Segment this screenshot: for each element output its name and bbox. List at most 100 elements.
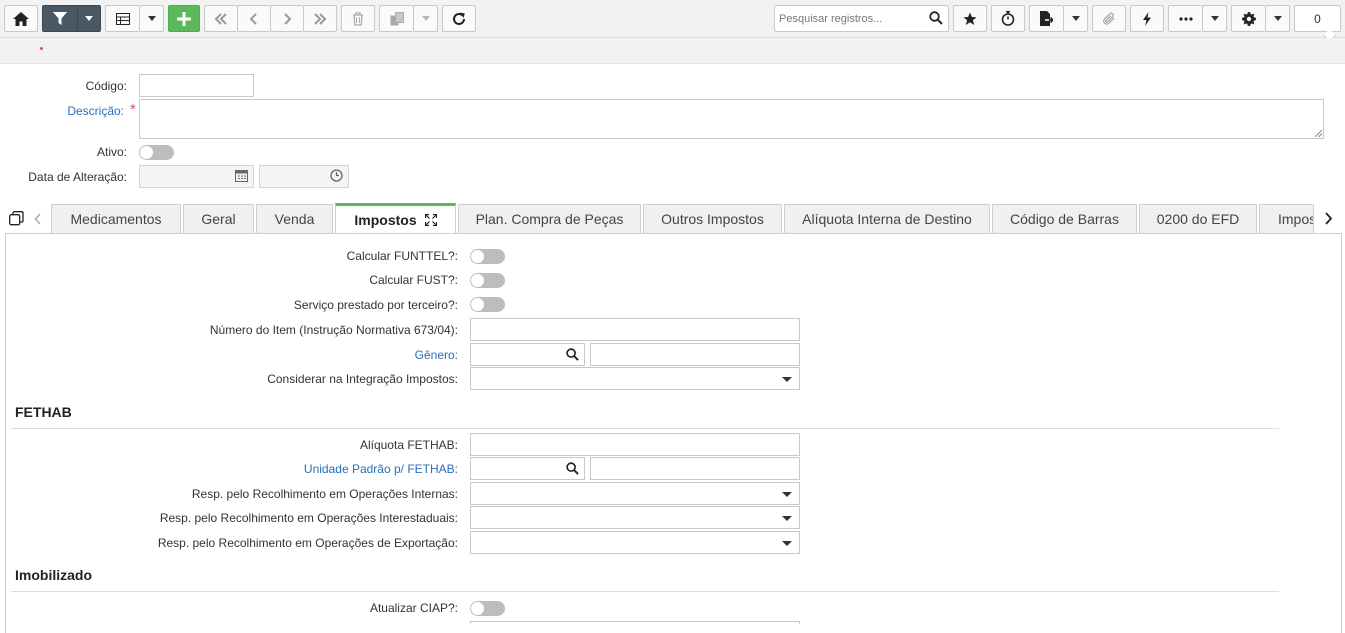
tab-bar: Medicamentos Geral Venda Impostos Plan. … <box>0 200 1345 234</box>
last-record-button[interactable] <box>303 5 337 32</box>
genero-lookup-input[interactable] <box>470 343 585 366</box>
servico-terceiro-label: Serviço prestado por terceiro?: <box>293 298 458 312</box>
filter-icon <box>53 11 67 25</box>
chevron-down-icon <box>1210 16 1219 21</box>
search-input[interactable] <box>775 6 925 31</box>
copy-tabs-icon[interactable] <box>9 211 24 226</box>
favorite-button[interactable] <box>953 5 987 32</box>
servico-terceiro-toggle[interactable] <box>470 297 505 312</box>
resp-interestaduais-select[interactable] <box>470 506 800 529</box>
search-icon[interactable] <box>566 462 579 475</box>
filter-button[interactable] <box>42 5 77 32</box>
unidade-padrao-description-input[interactable] <box>590 457 800 480</box>
settings-dropdown-button[interactable] <box>1265 5 1290 32</box>
calcular-funttel-toggle[interactable] <box>470 249 505 264</box>
search-icon[interactable] <box>566 348 579 361</box>
calendar-icon[interactable] <box>235 169 248 182</box>
status-indicator <box>40 47 43 50</box>
paperclip-icon <box>1103 12 1115 25</box>
report-dropdown-button[interactable] <box>1063 5 1088 32</box>
record-counter: 0 <box>1294 5 1341 32</box>
search-box <box>774 5 949 32</box>
tab-label: Outros Impostos <box>661 211 764 227</box>
tab-label: Impos <box>1278 211 1314 227</box>
atualizar-ciap-toggle[interactable] <box>470 601 505 616</box>
refresh-button[interactable] <box>442 5 476 32</box>
data-alteracao-time-field[interactable] <box>259 165 349 188</box>
copy-button[interactable] <box>379 5 413 32</box>
copy-dropdown-button[interactable] <box>413 5 438 32</box>
considerar-integracao-label: Considerar na Integração Impostos: <box>267 372 458 386</box>
chevron-left-icon <box>249 12 257 25</box>
codigo-input[interactable] <box>139 74 254 97</box>
tab-impostos-overflow[interactable]: Impos <box>1259 204 1314 233</box>
ativo-toggle[interactable] <box>139 145 174 160</box>
view-dropdown-button[interactable] <box>139 5 164 32</box>
toolbar: 0 <box>0 0 1345 38</box>
delete-button[interactable] <box>341 5 375 32</box>
tab-outros-impostos[interactable]: Outros Impostos <box>643 204 782 233</box>
resp-internas-select[interactable] <box>470 482 800 505</box>
unidade-padrao-lookup-input[interactable] <box>470 457 585 480</box>
aliquota-fethab-input[interactable] <box>470 433 800 456</box>
tab-medicamentos[interactable]: Medicamentos <box>51 204 181 233</box>
gear-icon <box>1241 11 1256 26</box>
descricao-label: Descrição: <box>67 104 124 118</box>
first-record-button[interactable] <box>204 5 237 32</box>
tab-0200-efd[interactable]: 0200 do EFD <box>1139 204 1257 233</box>
required-indicator: * <box>130 101 136 118</box>
tab-label: 0200 do EFD <box>1156 211 1240 227</box>
plus-icon <box>177 11 191 26</box>
atualizar-ciap-label: Atualizar CIAP?: <box>369 601 458 615</box>
tab-label: Alíquota Interna de Destino <box>802 211 972 227</box>
tab-codigo-barras[interactable]: Código de Barras <box>992 204 1137 233</box>
table-icon <box>115 12 130 25</box>
attachment-button[interactable] <box>1092 5 1126 32</box>
previous-record-button[interactable] <box>237 5 270 32</box>
tab-impostos[interactable]: Impostos <box>335 203 456 234</box>
settings-button[interactable] <box>1231 5 1265 32</box>
resize-handle-icon[interactable] <box>1315 130 1322 137</box>
more-button[interactable] <box>1168 5 1202 32</box>
chevron-down-icon <box>421 16 430 21</box>
tab-label: Venda <box>274 211 315 227</box>
unidade-padrao-fethab-label: Unidade Padrão p/ FETHAB: <box>303 462 458 476</box>
tab-aliquota-interna-destino[interactable]: Alíquota Interna de Destino <box>784 204 990 233</box>
calcular-fust-label: Calcular FUST?: <box>369 273 458 287</box>
codigo-label: Código: <box>85 79 127 93</box>
status-bar <box>0 38 1345 64</box>
chevron-right-icon <box>284 12 292 25</box>
clock-icon[interactable] <box>330 169 343 182</box>
add-button[interactable] <box>168 5 200 32</box>
bolt-icon <box>1143 11 1151 26</box>
filter-dropdown-button[interactable] <box>77 5 101 32</box>
tab-geral[interactable]: Geral <box>183 204 254 233</box>
expand-icon[interactable] <box>424 214 437 226</box>
chevron-down-icon <box>85 16 93 21</box>
tab-scroll-right-icon[interactable] <box>1324 212 1333 225</box>
next-record-button[interactable] <box>270 5 303 32</box>
calcular-fust-toggle[interactable] <box>470 273 505 288</box>
chevron-down-icon <box>782 541 792 546</box>
tab-plan-compra-pecas[interactable]: Plan. Compra de Peças <box>458 204 641 233</box>
view-grid-button[interactable] <box>105 5 139 32</box>
data-alteracao-date-field[interactable] <box>139 165 254 188</box>
report-button[interactable] <box>1029 5 1063 32</box>
file-export-icon <box>1040 11 1053 26</box>
timer-button[interactable] <box>991 5 1025 32</box>
ellipsis-icon <box>1178 16 1193 21</box>
home-button[interactable] <box>4 5 38 32</box>
descricao-textarea[interactable] <box>139 99 1324 139</box>
more-dropdown-button[interactable] <box>1202 5 1227 32</box>
search-icon[interactable] <box>929 11 943 25</box>
actions-button[interactable] <box>1130 5 1164 32</box>
tab-label: Plan. Compra de Peças <box>475 211 624 227</box>
numero-item-input[interactable] <box>470 318 800 341</box>
numero-item-label: Número do Item (Instrução Normativa 673/… <box>209 323 458 337</box>
resp-exportacao-select[interactable] <box>470 531 800 554</box>
tab-scroll-left-icon[interactable] <box>34 213 42 225</box>
tab-venda[interactable]: Venda <box>256 204 333 233</box>
considerar-integracao-select[interactable] <box>470 367 800 390</box>
genero-description-input[interactable] <box>590 343 800 366</box>
ativo-label: Ativo: <box>96 145 127 159</box>
